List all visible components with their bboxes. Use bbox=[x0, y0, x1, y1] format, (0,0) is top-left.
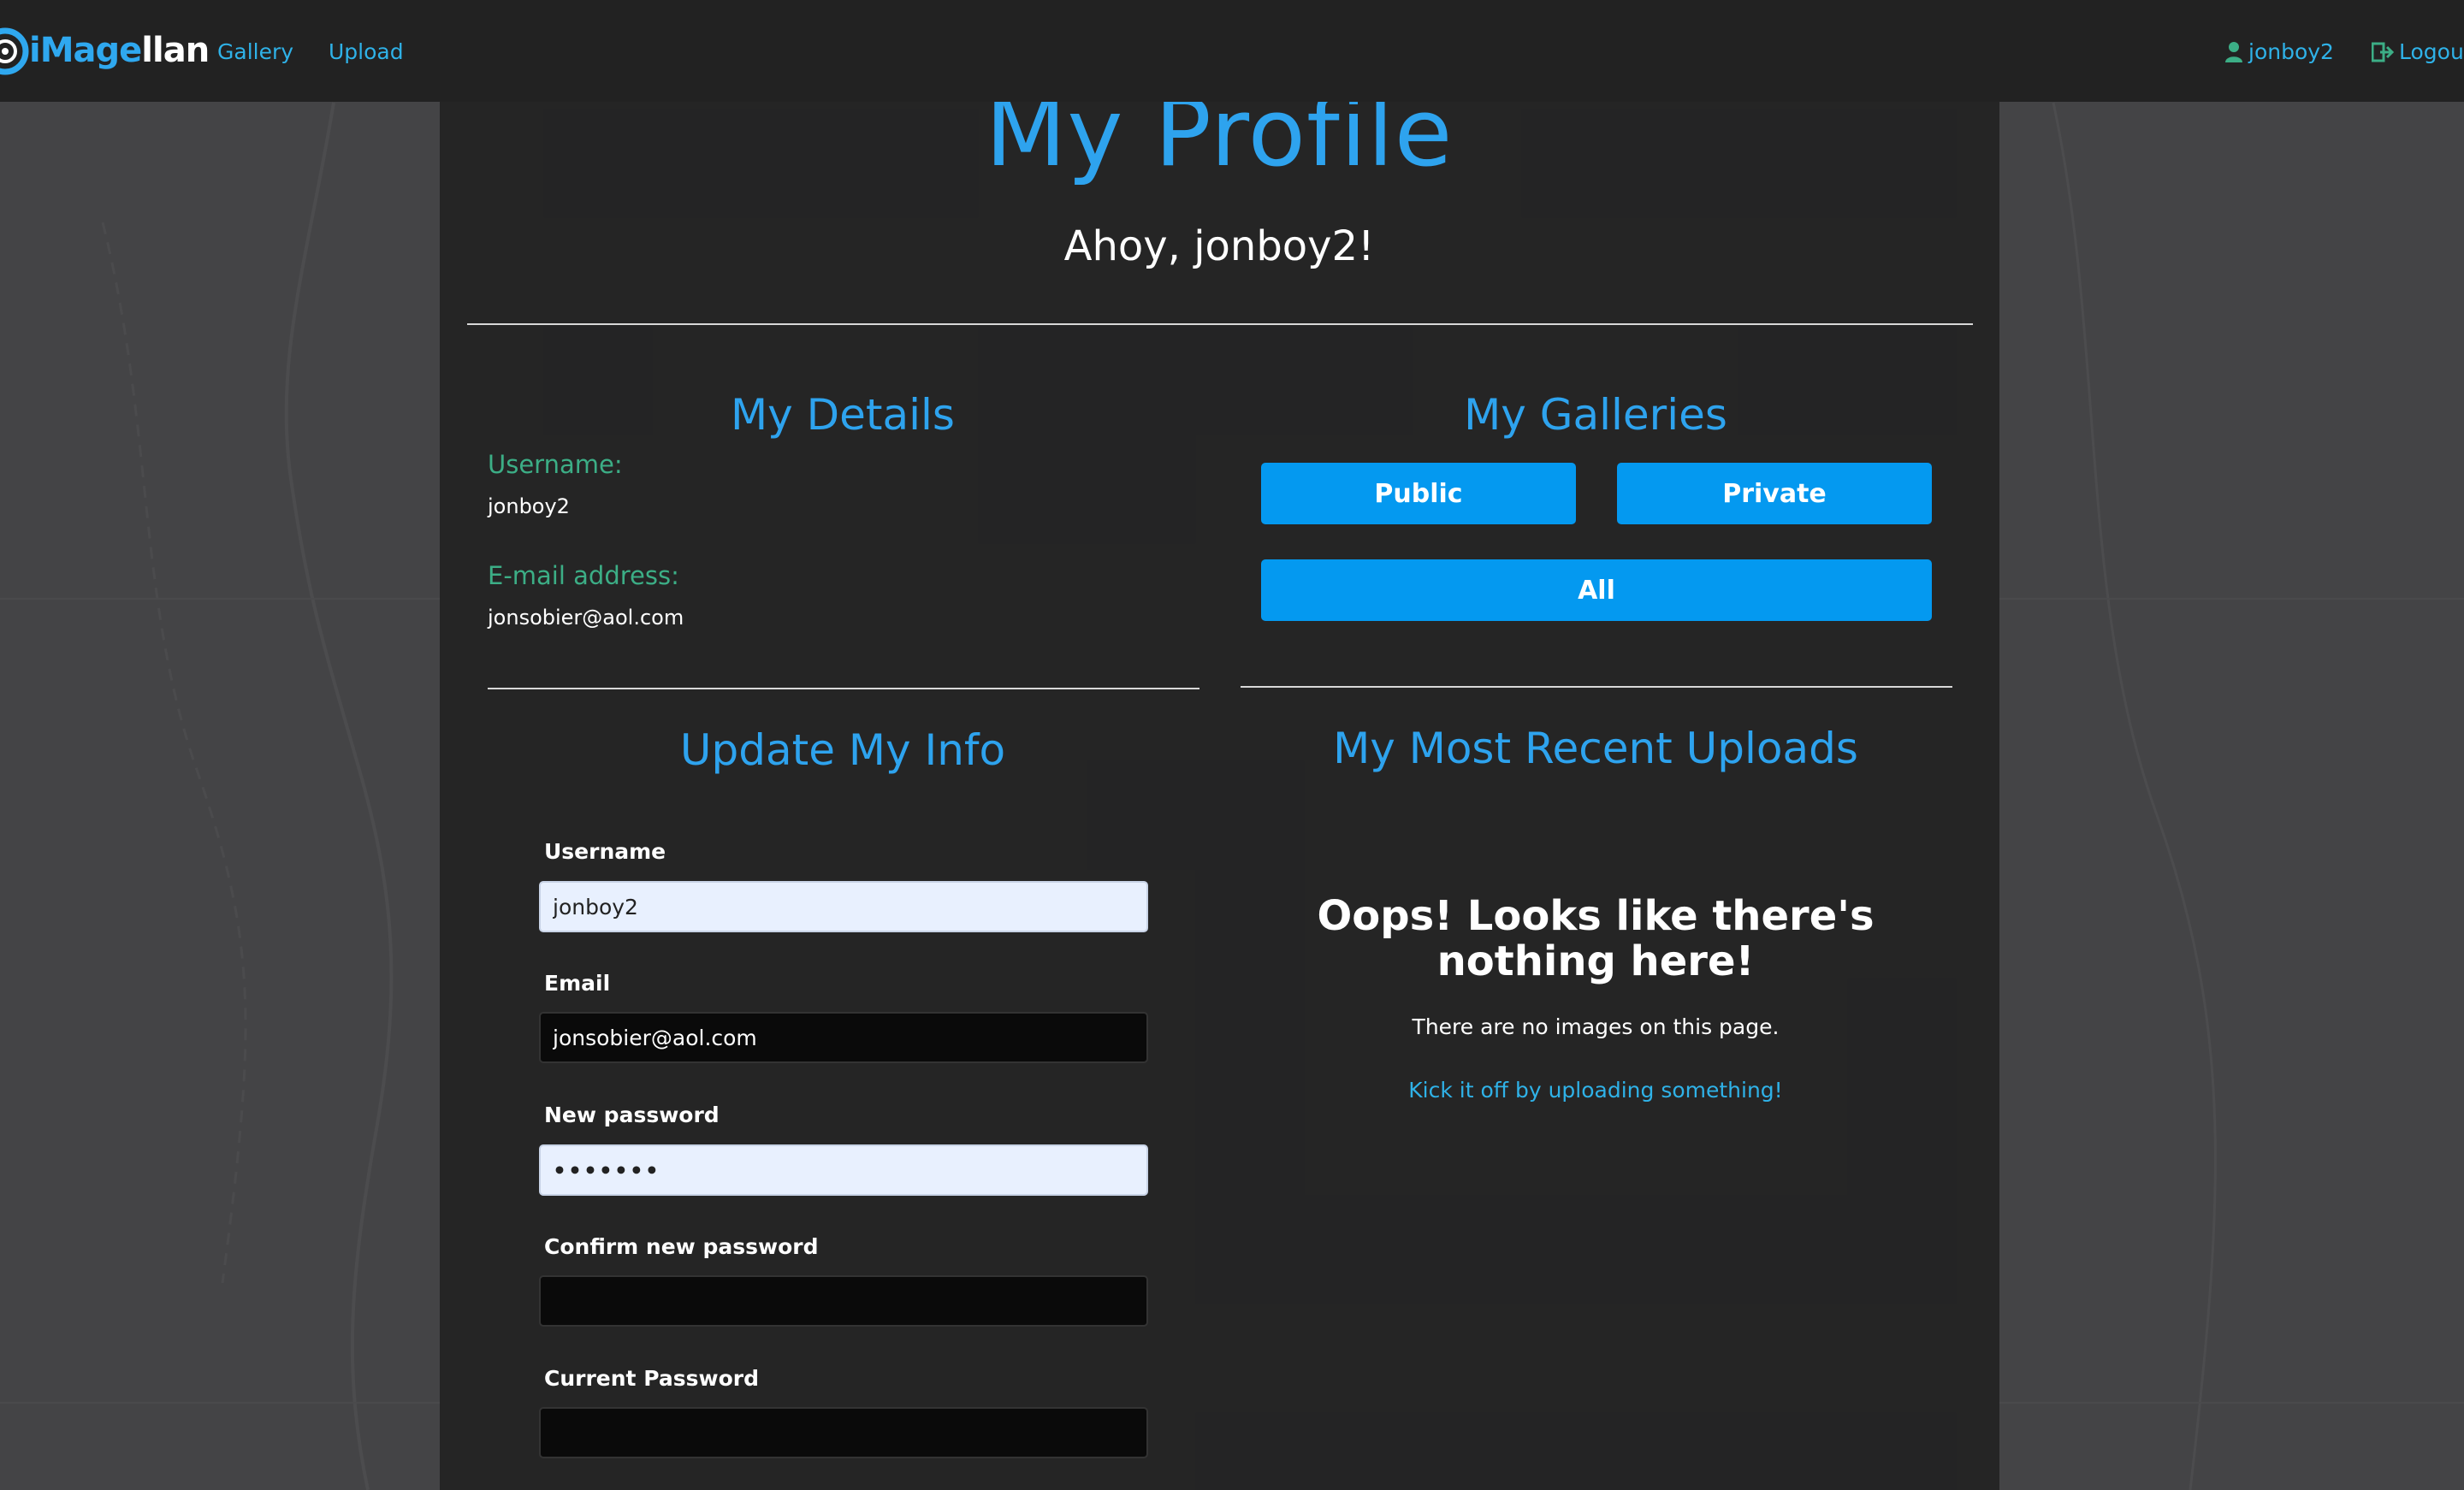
my-galleries-title: My Galleries bbox=[1464, 390, 1727, 440]
logout-icon bbox=[2372, 42, 2394, 62]
email-field-label: Email bbox=[544, 971, 611, 996]
nav-logout-label: Logout bbox=[2399, 39, 2464, 64]
current-password-input[interactable] bbox=[539, 1407, 1148, 1458]
details-email-label: E-mail address: bbox=[488, 561, 679, 590]
details-divider bbox=[488, 688, 1199, 689]
nav-logout-link[interactable]: Logout bbox=[2372, 39, 2464, 64]
nav-user-link[interactable]: jonboy2 bbox=[2224, 39, 2334, 64]
details-username-value: jonboy2 bbox=[488, 494, 570, 518]
header-divider bbox=[467, 323, 1973, 325]
user-icon bbox=[2225, 41, 2242, 62]
confirm-password-field-label: Confirm new password bbox=[544, 1234, 819, 1259]
aperture-logo-icon bbox=[0, 27, 29, 75]
update-info-title: Update My Info bbox=[679, 725, 1006, 775]
empty-state-message: There are no images on this page. bbox=[1412, 1014, 1780, 1039]
username-input[interactable] bbox=[539, 881, 1148, 932]
private-gallery-button[interactable]: Private bbox=[1617, 463, 1932, 524]
brand-suffix: llan bbox=[141, 31, 210, 70]
email-input[interactable] bbox=[539, 1012, 1148, 1063]
top-navbar: iMagellan Gallery Upload jonboy2 Logout bbox=[0, 0, 2464, 102]
nav-username: jonboy2 bbox=[2248, 39, 2334, 64]
nav-gallery-link[interactable]: Gallery bbox=[217, 39, 293, 64]
nav-upload-link[interactable]: Upload bbox=[329, 39, 404, 64]
confirm-password-input[interactable] bbox=[539, 1275, 1148, 1327]
current-password-field-label: Current Password bbox=[544, 1366, 759, 1391]
public-gallery-button[interactable]: Public bbox=[1261, 463, 1576, 524]
new-password-field-label: New password bbox=[544, 1103, 720, 1127]
all-galleries-button[interactable]: All bbox=[1261, 559, 1932, 621]
greeting-text: Ahoy, jonboy2! bbox=[1063, 222, 1375, 270]
username-field-label: Username bbox=[544, 839, 666, 864]
recent-uploads-title: My Most Recent Uploads bbox=[1333, 724, 1858, 773]
my-details-title: My Details bbox=[731, 390, 955, 440]
brand-prefix: iMage bbox=[29, 31, 142, 70]
details-email-value: jonsobier@aol.com bbox=[488, 606, 684, 630]
galleries-divider bbox=[1241, 686, 1952, 688]
upload-prompt-link[interactable]: Kick it off by uploading something! bbox=[1249, 1078, 1942, 1103]
empty-state-heading: Oops! Looks like there's nothing here! bbox=[1317, 892, 1875, 985]
new-password-input[interactable] bbox=[539, 1144, 1148, 1196]
details-username-label: Username: bbox=[488, 450, 623, 479]
